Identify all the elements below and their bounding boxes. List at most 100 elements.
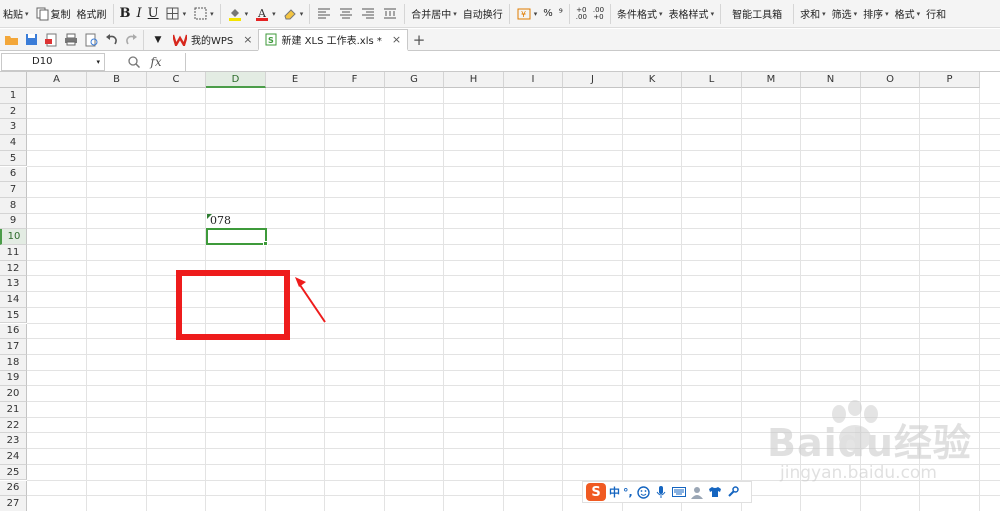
row-header[interactable]: 23 (0, 433, 27, 450)
row-header[interactable]: 24 (0, 449, 27, 465)
underline-button[interactable]: U (145, 3, 162, 25)
row-header[interactable]: 25 (0, 464, 27, 481)
name-box[interactable]: D10 ▾ (1, 52, 105, 71)
row-header[interactable]: 13 (0, 276, 27, 293)
tab-spreadsheet-file[interactable]: S 新建 XLS 工作表.xls * × (258, 29, 409, 51)
row-header[interactable]: 6 (0, 166, 27, 183)
column-header[interactable]: C (147, 72, 206, 88)
row-header[interactable]: 9 (0, 213, 27, 230)
table-style-button[interactable]: 表格样式 ▾ (666, 3, 718, 25)
emoji-icon[interactable] (636, 485, 651, 500)
zoom-search-icon[interactable] (128, 55, 141, 68)
column-header[interactable]: L (682, 72, 742, 88)
distributed-align-button[interactable] (379, 3, 401, 25)
column-header[interactable]: K (623, 72, 682, 88)
cell-style-button[interactable]: ▾ (189, 3, 217, 25)
borders-button[interactable]: ▾ (162, 3, 190, 25)
number-format-button[interactable]: ¥ ▾ (513, 3, 541, 25)
sogou-logo-icon[interactable]: S (586, 483, 606, 501)
cell-d9[interactable]: 078 (208, 213, 266, 228)
row-header[interactable]: 11 (0, 245, 27, 261)
row-header[interactable]: 1 (0, 88, 27, 104)
undo-button[interactable] (102, 31, 120, 49)
row-header[interactable]: 12 (0, 260, 27, 277)
row-header[interactable]: 16 (0, 323, 27, 340)
font-color-button[interactable]: A ▾ (251, 3, 279, 25)
decrease-decimal-button[interactable]: .00 +0 (590, 3, 607, 25)
fill-handle[interactable] (263, 241, 268, 246)
print-button[interactable] (62, 31, 80, 49)
column-header[interactable]: G (385, 72, 444, 88)
paste-button[interactable]: 粘贴 ▾ (0, 3, 32, 25)
keyboard-icon[interactable] (672, 485, 687, 500)
close-icon[interactable]: × (243, 33, 252, 46)
column-header[interactable]: N (801, 72, 861, 88)
row-col-button[interactable]: 行和 (923, 3, 949, 25)
column-header[interactable]: H (444, 72, 504, 88)
format-painter-button[interactable]: 格式刷 (74, 3, 110, 25)
row-header[interactable]: 27 (0, 496, 27, 511)
row-header[interactable]: 17 (0, 339, 27, 355)
smart-toolbox-button[interactable]: 智能工具箱 (724, 3, 790, 25)
column-header[interactable]: J (563, 72, 623, 88)
column-header[interactable]: A (27, 72, 87, 88)
row-header[interactable]: 19 (0, 370, 27, 387)
close-icon[interactable]: × (392, 33, 401, 46)
row-header[interactable]: 14 (0, 292, 27, 308)
sort-button[interactable]: 排序 ▾ (860, 3, 892, 25)
row-header[interactable]: 5 (0, 150, 27, 167)
column-header[interactable]: B (87, 72, 147, 88)
align-left-button[interactable] (313, 3, 335, 25)
row-header[interactable]: 4 (0, 135, 27, 151)
column-header[interactable]: P (920, 72, 980, 88)
ime-punctuation-toggle[interactable]: °, (623, 486, 633, 499)
align-center-button[interactable] (335, 3, 357, 25)
row-header[interactable]: 7 (0, 182, 27, 198)
export-pdf-button[interactable] (42, 31, 60, 49)
format-button[interactable]: 格式 ▾ (892, 3, 924, 25)
fill-color-button[interactable]: ▾ (224, 3, 252, 25)
redo-button[interactable] (122, 31, 140, 49)
formula-input[interactable] (185, 52, 1000, 71)
quick-access-menu-button[interactable]: ▼ (149, 31, 167, 49)
microphone-icon[interactable] (654, 485, 669, 500)
row-header[interactable]: 15 (0, 307, 27, 324)
percent-button[interactable]: % (540, 3, 556, 25)
copy-button[interactable]: 复制 (32, 3, 74, 25)
merge-center-button[interactable]: 合并居中 ▾ (408, 3, 460, 25)
column-header[interactable]: M (742, 72, 801, 88)
insert-function-button[interactable]: fx (150, 55, 161, 69)
active-cell-d10[interactable] (206, 228, 267, 245)
row-header[interactable]: 20 (0, 386, 27, 402)
italic-button[interactable]: I (134, 3, 145, 25)
sum-button[interactable]: 求和 ▾ (797, 3, 829, 25)
clear-format-button[interactable]: ▾ (279, 3, 307, 25)
tab-my-wps[interactable]: 我的WPS × (167, 29, 258, 50)
align-right-button[interactable] (357, 3, 379, 25)
column-header[interactable]: D (206, 72, 266, 88)
user-icon[interactable] (690, 485, 705, 500)
column-header[interactable]: F (325, 72, 385, 88)
row-header[interactable]: 10 (0, 229, 27, 245)
column-header[interactable]: E (266, 72, 325, 88)
ime-language-toggle[interactable]: 中 (609, 484, 620, 500)
comma-style-button[interactable]: ⁹ (556, 3, 566, 25)
row-header[interactable]: 3 (0, 119, 27, 136)
print-preview-button[interactable] (82, 31, 100, 49)
open-folder-button[interactable] (2, 31, 20, 49)
row-header[interactable]: 26 (0, 480, 27, 497)
conditional-format-button[interactable]: 条件格式 ▾ (614, 3, 666, 25)
row-header[interactable]: 21 (0, 402, 27, 418)
new-tab-button[interactable]: + (410, 31, 428, 49)
row-header[interactable]: 8 (0, 197, 27, 214)
spreadsheet-grid[interactable]: ABCDEFGHIJKLMNOP 1 2 3 4 5 6 7 8 9 10 11 12 13 14 15 16… (0, 72, 1000, 511)
settings-wrench-icon[interactable] (726, 485, 741, 500)
filter-button[interactable]: 筛选 ▾ (829, 3, 861, 25)
save-button[interactable] (22, 31, 40, 49)
column-header[interactable]: I (504, 72, 563, 88)
row-header[interactable]: 22 (0, 417, 27, 434)
skin-shirt-icon[interactable] (708, 485, 723, 500)
select-all-corner[interactable] (0, 72, 27, 88)
bold-button[interactable]: B (117, 3, 134, 25)
column-header[interactable]: O (861, 72, 920, 88)
